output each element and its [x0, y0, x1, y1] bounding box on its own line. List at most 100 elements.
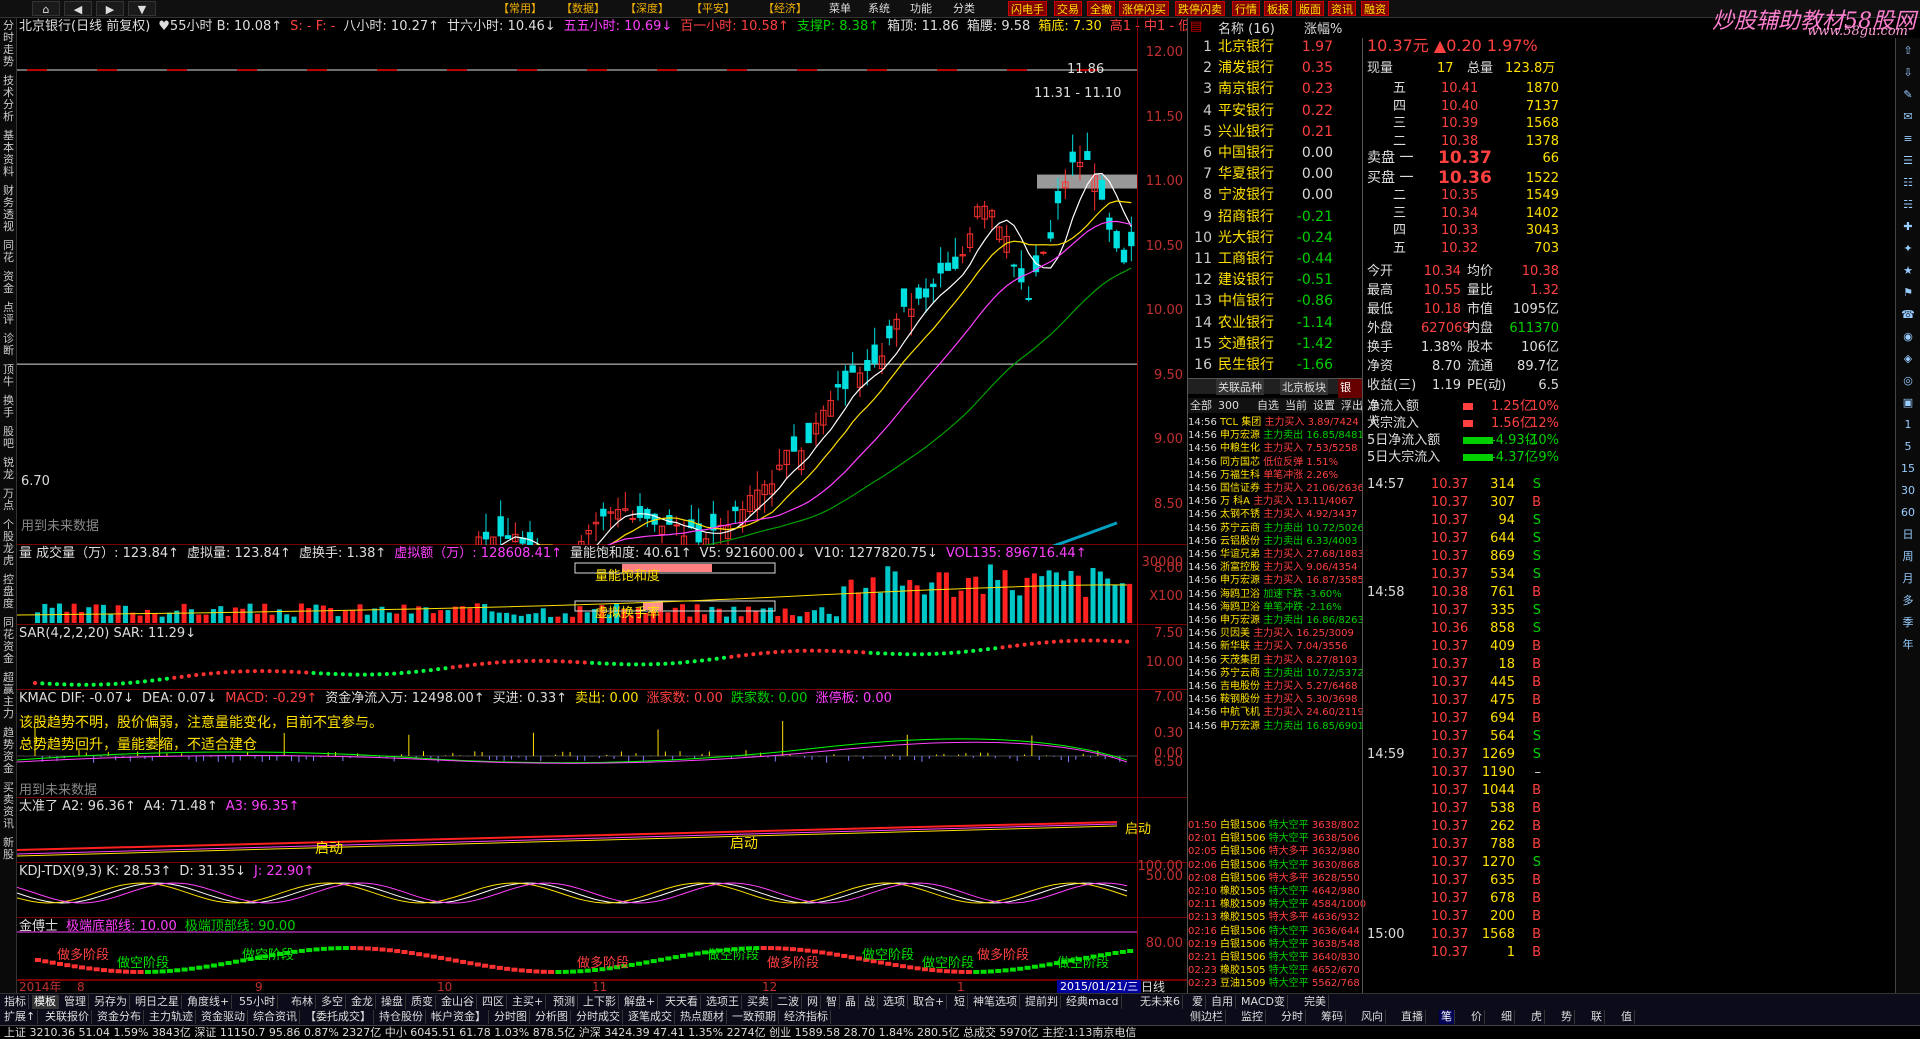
- quick-limit-down-sell[interactable]: 跌停闪卖: [1175, 1, 1225, 16]
- signal-panel[interactable]: 太准了 A2: 96.36↑ A4: 71.48↑ A3: 96.35↑ 启动 启动…: [17, 798, 1187, 863]
- kdj-chart[interactable]: [17, 863, 1137, 918]
- sar-panel[interactable]: SAR(4,2,2,20) SAR: 11.29↓ 10.00: [17, 625, 1187, 690]
- side-tool-icon[interactable]: 多: [1898, 592, 1918, 610]
- left-tab-1[interactable]: 技术分析: [1, 75, 16, 123]
- kline-panel[interactable]: 北京银行(日线 前复权) ♥55小时 B: 10.08↑ S: - F: - 八小时:…: [17, 18, 1208, 770]
- stock-row[interactable]: 4 平安银行 0.22: [1188, 100, 1363, 122]
- indicator-tab[interactable]: 金山谷: [439, 995, 477, 1009]
- stock-row[interactable]: 8 宁波银行 0.00: [1188, 184, 1363, 206]
- left-tab-0[interactable]: 分时走势: [1, 20, 16, 68]
- indicator-tab[interactable]: MACD变: [1239, 995, 1288, 1009]
- side-tool-icon[interactable]: 月: [1898, 570, 1918, 588]
- side-tool-icon[interactable]: ⚑: [1898, 284, 1918, 302]
- side-tool-icon[interactable]: 1: [1898, 416, 1918, 434]
- function-tab[interactable]: 分析图: [533, 1010, 571, 1024]
- volume-chart[interactable]: [17, 545, 1137, 625]
- quick-quotes[interactable]: 行情: [1232, 1, 1260, 16]
- right-bottom-tab[interactable]: 虎: [1529, 1010, 1545, 1024]
- indicator-tab[interactable]: 完美: [1302, 995, 1329, 1009]
- right-bottom-tab[interactable]: 直播: [1399, 1010, 1426, 1024]
- jfs-panel[interactable]: 金傅士 极端底部线: 10.00 极端顶部线: 90.00 做多阶段 做空阶段 做空阶段…: [17, 918, 1187, 980]
- quick-lightning-trade[interactable]: 闪电手: [1008, 1, 1047, 16]
- side-tool-icon[interactable]: 年: [1898, 636, 1918, 654]
- menu-data[interactable]: 【数据】: [558, 1, 608, 16]
- quick-trade[interactable]: 交易: [1054, 1, 1082, 16]
- indicator-tab[interactable]: 智: [824, 995, 840, 1009]
- side-tool-icon[interactable]: ⇩: [1898, 64, 1918, 82]
- indicator-tab[interactable]: 55小时: [237, 995, 278, 1009]
- ask-level[interactable]: 三 10.39 1568: [1363, 115, 1563, 132]
- function-tab[interactable]: 综合资讯: [251, 1010, 300, 1024]
- indicator-tab[interactable]: 四区: [480, 995, 507, 1009]
- macd-panel[interactable]: KMAC DIF: -0.07↓ DEA: 0.07↓ MACD: -0.29↑ 资金…: [17, 690, 1187, 798]
- function-tab[interactable]: 热点题材: [678, 1010, 727, 1024]
- menu-common[interactable]: 【常用】: [495, 1, 545, 16]
- indicator-tab[interactable]: 布林: [289, 995, 316, 1009]
- left-tab-11[interactable]: 锐龙: [1, 457, 16, 481]
- quick-cancel-all[interactable]: 全撤: [1087, 1, 1115, 16]
- left-tab-17[interactable]: 趋势资金: [1, 727, 16, 775]
- stock-row[interactable]: 1 北京银行 1.97: [1188, 36, 1363, 58]
- side-tool-icon[interactable]: 周: [1898, 548, 1918, 566]
- indicator-tab[interactable]: 提前判: [1023, 995, 1061, 1009]
- stock-row[interactable]: 3 南京银行 0.23: [1188, 78, 1363, 100]
- list-header-pct[interactable]: 涨幅%: [1304, 18, 1342, 37]
- indicator-tab[interactable]: 预测: [551, 995, 578, 1009]
- stock-row[interactable]: 12 建设银行 -0.51: [1188, 269, 1363, 291]
- menu-menu[interactable]: 菜单: [826, 1, 854, 16]
- indicator-tab[interactable]: 神笔选项: [971, 995, 1020, 1009]
- left-tab-14[interactable]: 控盘度: [1, 574, 16, 610]
- indicator-tab[interactable]: 多空: [319, 995, 346, 1009]
- left-tab-4[interactable]: 同花: [1, 240, 16, 264]
- menu-depth[interactable]: 【深度】: [622, 1, 672, 16]
- left-tab-12[interactable]: 万点: [1, 488, 16, 512]
- left-tab-7[interactable]: 诊断: [1, 333, 16, 357]
- indicator-tab[interactable]: 爱: [1190, 995, 1206, 1009]
- stock-row[interactable]: 15 交通银行 -1.42: [1188, 333, 1363, 355]
- indicator-tab[interactable]: 上下影: [581, 995, 619, 1009]
- function-tab[interactable]: 分时图: [492, 1010, 530, 1024]
- function-tab[interactable]: 主力轨迹: [147, 1010, 196, 1024]
- futures-row[interactable]: 02:23 豆油1509 特大空平 5562/768: [1188, 976, 1363, 991]
- indicator-tab[interactable]: 主买+: [510, 995, 547, 1009]
- stock-row[interactable]: 2 浦发银行 0.35: [1188, 57, 1363, 79]
- quick-board[interactable]: 板报: [1264, 1, 1292, 16]
- side-tool-icon[interactable]: ✉: [1898, 108, 1918, 126]
- indicator-tab[interactable]: 角度线+: [185, 995, 233, 1009]
- period-label[interactable]: 日线: [1141, 980, 1165, 994]
- side-tool-icon[interactable]: 5: [1898, 438, 1918, 456]
- side-tool-icon[interactable]: ☰: [1898, 152, 1918, 170]
- left-tab-16[interactable]: 超赢主力: [1, 672, 16, 720]
- menu-system[interactable]: 系统: [865, 1, 893, 16]
- menu-pingan[interactable]: 【平安】: [688, 1, 738, 16]
- monitor-tab-0[interactable]: 全部: [1190, 398, 1212, 413]
- left-tab-5[interactable]: 资金: [1, 271, 16, 295]
- quick-margin[interactable]: 融资: [1361, 1, 1389, 16]
- side-tool-icon[interactable]: 30: [1898, 482, 1918, 500]
- left-tab-13[interactable]: 个股龙虎: [1, 519, 16, 567]
- monitor-tab-5[interactable]: 浮出: [1341, 398, 1363, 413]
- kdj-panel[interactable]: KDJ-TDX(9,3) K: 28.53↑ D: 31.35↓ J: 22.90↑…: [17, 859, 1187, 918]
- side-tool-icon[interactable]: 60: [1898, 504, 1918, 522]
- right-bottom-tab[interactable]: 侧边栏: [1188, 1010, 1226, 1024]
- indicator-tab[interactable]: 短: [952, 995, 968, 1009]
- quick-limit-up-buy[interactable]: 涨停闪买: [1119, 1, 1169, 16]
- ask-level[interactable]: 五 10.41 1870: [1363, 80, 1563, 97]
- function-tab[interactable]: 持仓股份: [377, 1010, 426, 1024]
- left-tab-19[interactable]: 新股: [1, 837, 16, 861]
- volume-panel[interactable]: 量 成交量（万）: 123.84↑ 虚拟量: 123.84↑ 虚换手: 1.38↑ 虚…: [17, 545, 1187, 625]
- indicator-tab[interactable]: 战: [862, 995, 878, 1009]
- sector-stock-list[interactable]: ▤ 名称 (16) 涨幅% 1 北京银行 1.97 2 浦发银行 0.35 3 南京银行 0.2…: [1187, 18, 1363, 411]
- stock-row[interactable]: 10 光大银行 -0.24: [1188, 227, 1363, 249]
- side-tool-icon[interactable]: ◈: [1898, 350, 1918, 368]
- side-tool-icon[interactable]: 15: [1898, 460, 1918, 478]
- right-bottom-tab[interactable]: 笔: [1439, 1010, 1455, 1024]
- function-tab[interactable]: 一致预期: [730, 1010, 779, 1024]
- left-tab-3[interactable]: 财务透视: [1, 185, 16, 233]
- left-tab-9[interactable]: 换手: [1, 395, 16, 419]
- list-header-name[interactable]: 名称 (16): [1218, 18, 1275, 37]
- tab-beijing-sector[interactable]: 北京板块: [1280, 379, 1328, 395]
- quick-news[interactable]: 资讯: [1328, 1, 1356, 16]
- left-tab-2[interactable]: 基本资料: [1, 130, 16, 178]
- stock-row[interactable]: 5 兴业银行 0.21: [1188, 121, 1363, 143]
